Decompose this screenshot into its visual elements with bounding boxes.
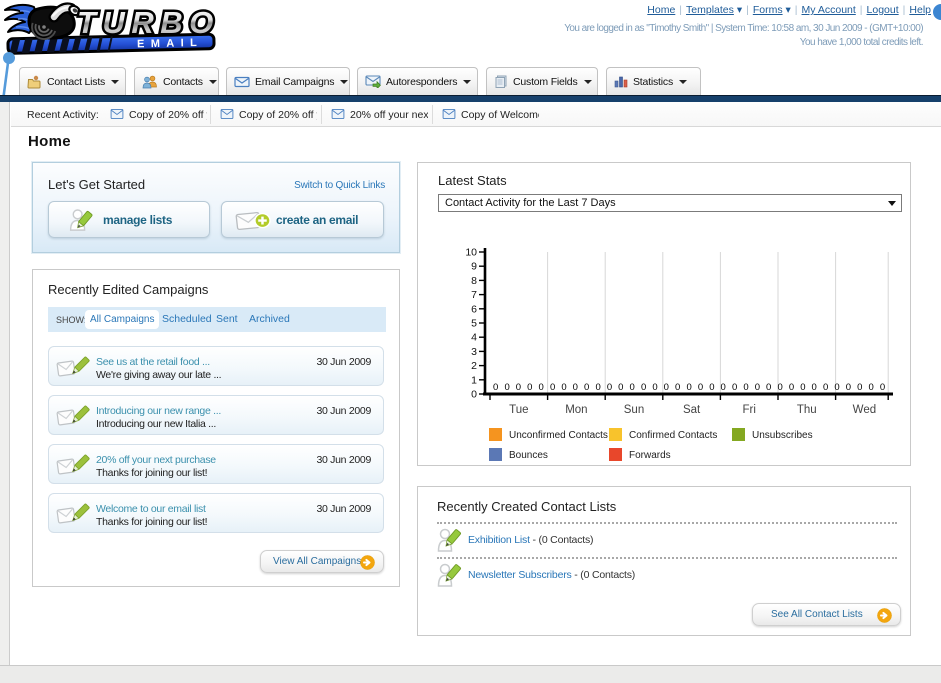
svg-text:TURBO: TURBO bbox=[77, 5, 220, 40]
